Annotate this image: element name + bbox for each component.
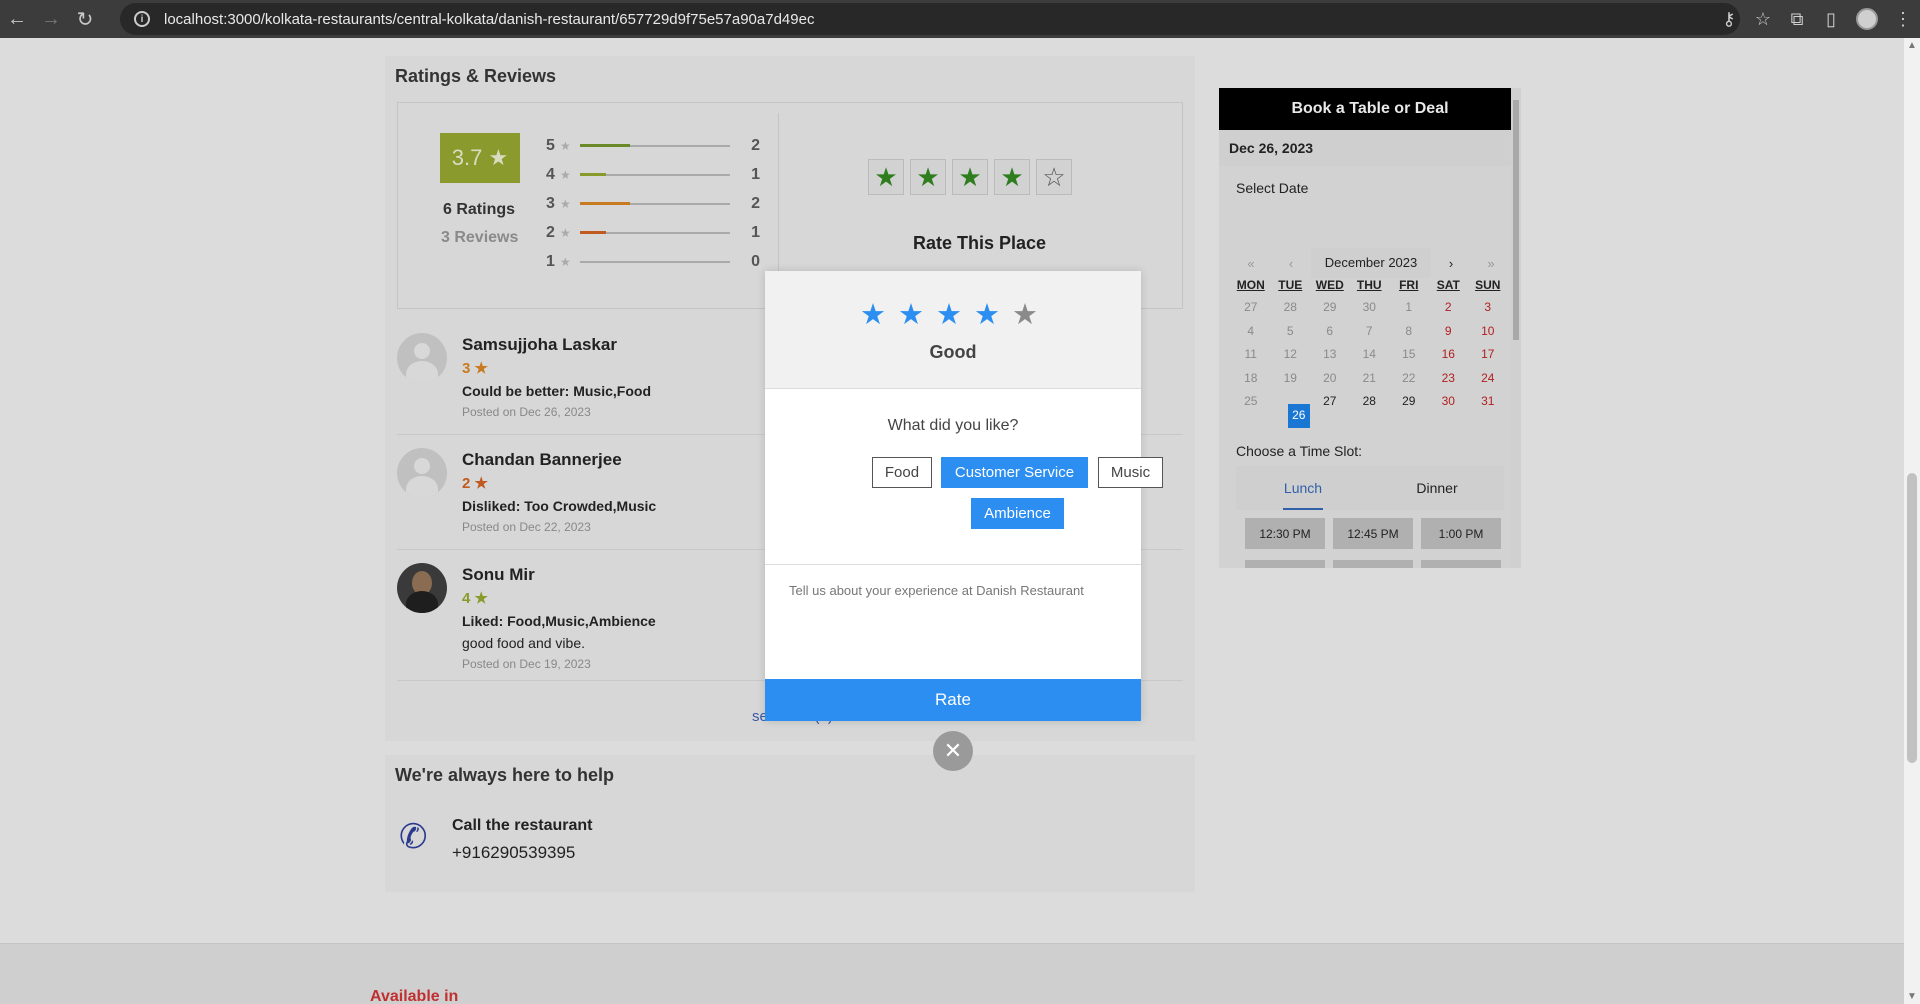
chip-customer-service[interactable]: Customer Service — [941, 457, 1088, 488]
address-bar[interactable]: i localhost:3000/kolkata-restaurants/cen… — [120, 3, 1740, 35]
rating-modal: ★ ★ ★ ★ ★ Good What did you like? Food Custo… — [765, 271, 1163, 721]
menu-dots-icon[interactable]: ⋮ — [1886, 9, 1920, 30]
chip-ambience[interactable]: Ambience — [971, 498, 1064, 529]
sidebar-icon[interactable]: ▯ — [1814, 9, 1848, 30]
forward-icon[interactable]: → — [34, 0, 68, 38]
site-info-icon[interactable]: i — [134, 11, 150, 27]
bookmark-star-icon[interactable]: ☆ — [1746, 9, 1780, 30]
extensions-icon[interactable]: ⧉ — [1780, 9, 1814, 30]
chip-food[interactable]: Food — [872, 457, 932, 488]
modal-rating-stars[interactable]: ★ ★ ★ ★ ★ — [860, 301, 1038, 330]
back-icon[interactable]: ← — [0, 0, 34, 38]
key-icon[interactable]: ⚷ — [1712, 9, 1746, 30]
modal-rating-label: Good — [929, 342, 977, 362]
url-text: localhost:3000/kolkata-restaurants/centr… — [164, 10, 815, 28]
star-icon[interactable]: ★ — [898, 301, 924, 330]
star-icon[interactable]: ★ — [860, 301, 886, 330]
reload-icon[interactable]: ↻ — [68, 0, 102, 38]
star-icon[interactable]: ★ — [1012, 301, 1038, 330]
modal-question: What did you like? — [887, 417, 1019, 434]
browser-toolbar: ← → ↻ i localhost:3000/kolkata-restauran… — [0, 0, 1920, 38]
rate-button[interactable]: Rate — [765, 679, 1141, 721]
star-icon[interactable]: ★ — [936, 301, 962, 330]
review-textarea[interactable] — [765, 565, 1141, 661]
close-icon[interactable]: ✕ — [933, 731, 973, 771]
profile-avatar-icon[interactable] — [1856, 8, 1878, 30]
star-icon[interactable]: ★ — [974, 301, 1000, 330]
chip-music[interactable]: Music — [1098, 457, 1163, 488]
